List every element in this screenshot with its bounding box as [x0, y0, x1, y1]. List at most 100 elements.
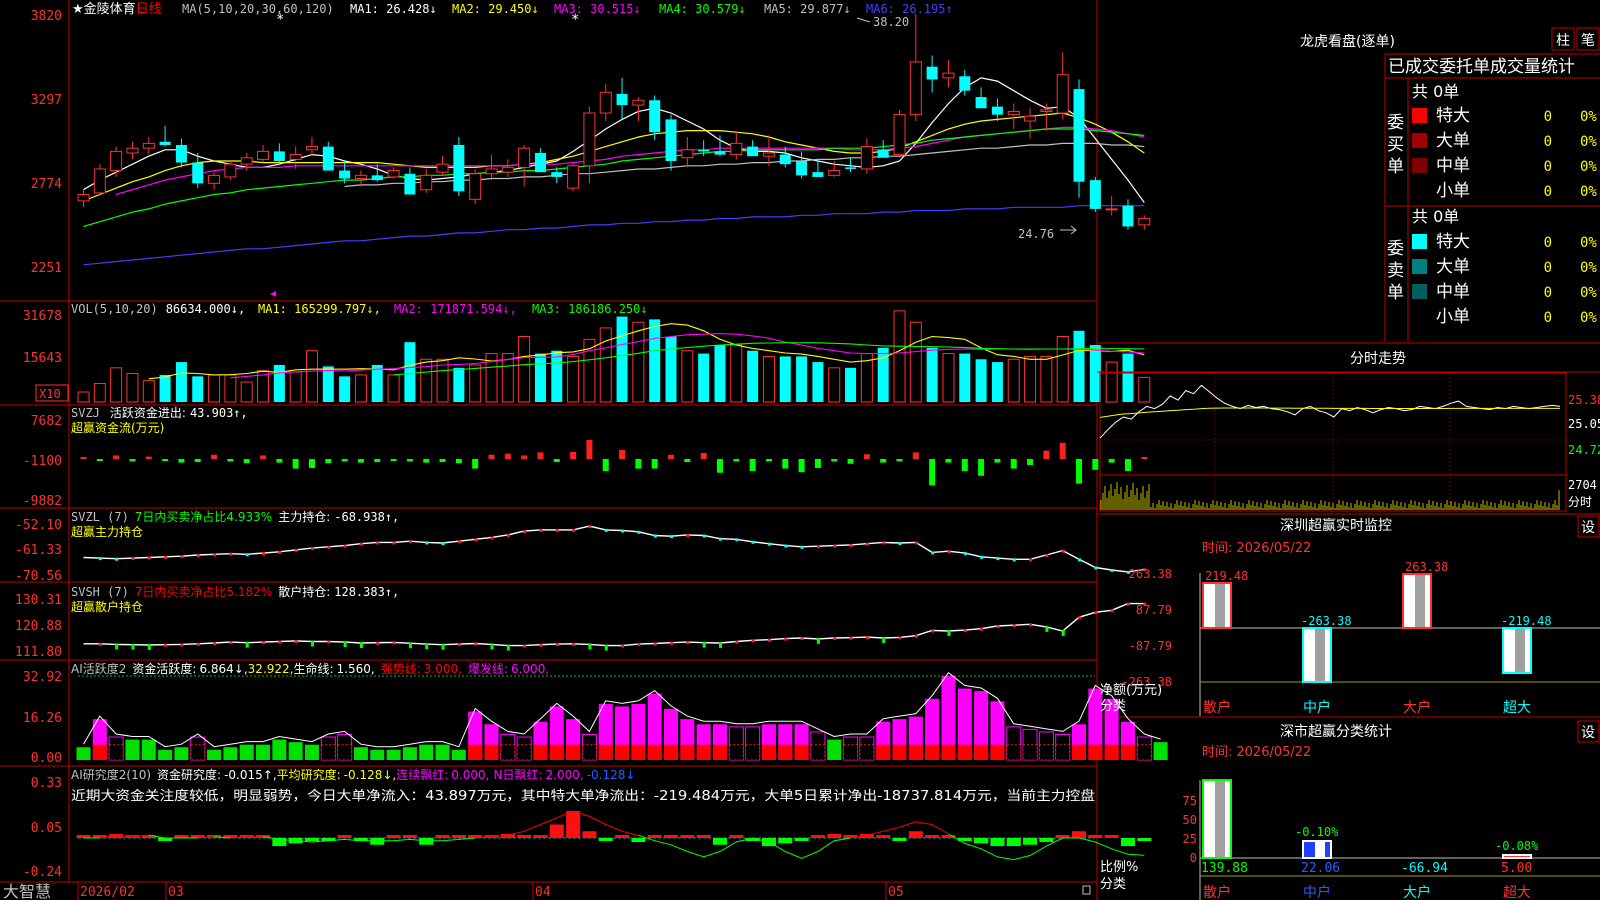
volume-bar — [534, 353, 546, 402]
svsh-plot[interactable] — [83, 602, 1147, 651]
order-row-pct: 0% — [1580, 235, 1597, 251]
ai2-bar — [990, 838, 1005, 847]
volume-bar — [240, 381, 253, 403]
svzl-dot — [621, 529, 625, 533]
ai1-bar-base — [1055, 744, 1071, 761]
candle-body — [747, 146, 759, 157]
svzj-bar — [602, 459, 609, 471]
monitor-category: 超大 — [1503, 700, 1531, 716]
volume-bar — [681, 350, 694, 403]
price-plot[interactable]: * * — [77, 12, 1151, 297]
ai2-bar — [370, 838, 385, 845]
ai1-bar-base — [794, 744, 809, 760]
svzj-bar — [700, 453, 707, 459]
ai2-tick: -0.24 — [23, 865, 62, 880]
candle-body — [518, 147, 531, 168]
candle-body — [959, 76, 971, 91]
volume-bar — [93, 382, 106, 403]
monitor-plot[interactable]: 219.48 散户 -263.38 中户 263.38 大户 -219.48 超大 — [1202, 560, 1552, 716]
candle-body — [77, 194, 90, 202]
volume-bar — [126, 373, 139, 403]
class-stat-unit: 比例% — [1100, 860, 1138, 875]
svg-text:买: 买 — [1387, 135, 1404, 155]
volume-bar — [959, 353, 971, 402]
ai2-header: AI研究度2(10) 资金研究度: -0.015↑,平均研究度: -0.128↓,连续… — [71, 767, 635, 782]
ai1-bar-base — [974, 744, 989, 760]
svzl-dot — [523, 530, 527, 534]
ai2-bar — [419, 838, 434, 845]
svzl-subtitle: 超赢主力持仓 — [71, 524, 143, 539]
candle-body — [665, 119, 677, 161]
candle-body — [453, 144, 465, 192]
lock-icon[interactable] — [1082, 885, 1091, 895]
svsh-tick — [947, 629, 951, 636]
order-row-label: 中单 — [1436, 156, 1470, 176]
svzj-bar — [341, 459, 348, 462]
class-stat-value: 22.06 — [1301, 861, 1340, 876]
order-row-label: 中单 — [1436, 282, 1470, 302]
monitor-tick: 263.38 — [1129, 567, 1172, 581]
order-row-pct: 0% — [1580, 109, 1597, 125]
volume-bar — [354, 374, 367, 403]
svzj-bar — [668, 454, 675, 459]
candle-body — [681, 149, 694, 159]
svsh-tick — [816, 637, 820, 644]
ai1-bar-base — [810, 744, 826, 761]
svzl-dot — [1110, 568, 1114, 572]
candle-body — [110, 150, 123, 172]
ai2-plot[interactable] — [76, 811, 1152, 861]
svsh-tick: 111.80 — [15, 645, 62, 660]
svsh-subtitle: 超赢散户持仓 — [71, 599, 143, 614]
svzj-bar — [374, 459, 381, 462]
ai1-bar — [288, 742, 303, 760]
svzj-bar — [619, 450, 626, 459]
svzl-dot — [1061, 549, 1065, 553]
ai2-bar — [631, 838, 646, 843]
volume-bar — [762, 355, 775, 403]
col-header: 已成交 — [1388, 57, 1439, 77]
svzj-plot[interactable] — [80, 439, 1148, 486]
ai1-plot[interactable] — [76, 671, 1168, 761]
order-row-label: 小单 — [1436, 181, 1470, 201]
ai1-bar-base — [745, 744, 761, 761]
ai1-bar-base — [1072, 744, 1087, 760]
candle-body — [975, 97, 987, 109]
candle-body — [240, 157, 253, 165]
order-row-pct: 0% — [1580, 134, 1597, 150]
svsh-tick — [751, 639, 755, 643]
ai1-bar-base — [1136, 744, 1152, 761]
volume-bar — [371, 364, 383, 402]
volume-bar — [845, 367, 857, 402]
svzl-dot — [1045, 553, 1049, 557]
svsh-tick — [310, 640, 314, 647]
candle-body — [534, 152, 546, 173]
ai1-bar — [223, 747, 238, 760]
svzj-bar — [113, 455, 120, 459]
ai1-bar-base — [941, 744, 956, 760]
volume-bar — [501, 353, 514, 403]
svzl-plot[interactable] — [83, 525, 1147, 574]
svsh-tick — [180, 643, 184, 647]
vol-plot[interactable] — [77, 310, 1151, 403]
ai1-bar — [207, 749, 222, 760]
volume-bar — [779, 356, 791, 402]
volume-bar — [453, 367, 465, 402]
ai2-bar — [1120, 838, 1135, 847]
svzl-dot — [98, 557, 102, 561]
svzl-dot — [572, 528, 576, 532]
ai1-bar-base — [190, 744, 206, 761]
order-row-label: 大单 — [1436, 257, 1470, 277]
ai1-bar — [158, 749, 173, 760]
intraday-plot[interactable] — [1099, 384, 1561, 510]
ma-line-ma2 — [83, 112, 1145, 202]
volume-bar — [322, 366, 334, 402]
class-stat-plot[interactable]: 139.88 散户 22.06 -0.10% 中户 -66.94 大户 5.00 -0.08% 超… — [1201, 779, 1539, 900]
ai1-bar-base — [664, 744, 679, 760]
class-stat-tick: 75 — [1183, 794, 1197, 808]
svzl-header: SVZL (7) 7日内买卖净占比4.933% 主力持仓: -68.938↑, — [71, 509, 399, 524]
ai1-bar-base — [908, 744, 923, 760]
candle-body — [860, 146, 873, 170]
svsh-tick — [1110, 609, 1114, 613]
svzj-bar — [472, 459, 479, 469]
svsh-tick — [294, 639, 298, 643]
